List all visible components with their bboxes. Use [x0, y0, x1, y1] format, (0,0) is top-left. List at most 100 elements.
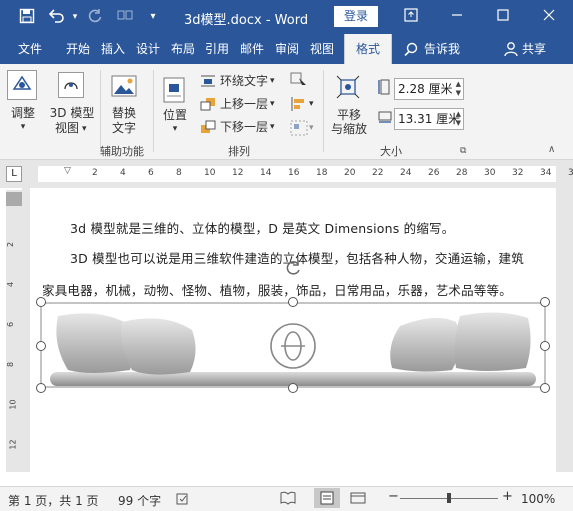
alt-text-icon[interactable]	[110, 74, 138, 100]
vertical-ruler[interactable]: 2 4 6 8 10 12	[6, 190, 22, 472]
spinner-arrows-icon[interactable]: ▲ ▼	[456, 110, 461, 128]
resize-handle-bottom[interactable]	[288, 383, 298, 393]
zoom-level[interactable]: 100%	[521, 492, 555, 506]
group-objects-icon[interactable]	[290, 120, 308, 139]
word-count[interactable]: 99 个字	[118, 492, 161, 509]
ruler-tick-label: 34	[540, 168, 552, 178]
print-layout-icon[interactable]	[314, 488, 340, 508]
undo-dropdown-icon[interactable]: ▾	[66, 8, 84, 26]
ruler-tick-label: 12	[8, 439, 18, 450]
alt-text-label-2[interactable]: 文字	[108, 121, 140, 136]
close-icon[interactable]	[540, 8, 558, 26]
resize-handle-top-left[interactable]	[36, 297, 46, 307]
resize-handle-left[interactable]	[36, 341, 46, 351]
tab-design[interactable]: 设计	[132, 34, 164, 64]
resize-handle-top-right[interactable]	[540, 297, 550, 307]
ruler-tick-label: 6	[148, 168, 154, 178]
position-label[interactable]: 位置	[160, 108, 190, 123]
ruler-tick-label: 18	[316, 168, 328, 178]
ribbon: 调整 ▾ 3D 模型 视图 ▾ 替换 文字 辅助功能 位置 ▾ 环绕文字 ▾ 上…	[0, 64, 573, 160]
spinner-arrows-icon[interactable]: ▲ ▼	[456, 80, 461, 98]
proofing-icon[interactable]	[176, 492, 190, 509]
tab-file[interactable]: 文件	[14, 34, 46, 64]
adjust-label[interactable]: 调整	[6, 106, 40, 121]
position-icon[interactable]	[162, 76, 188, 104]
paragraph-3[interactable]: 家具电器，机械，动物、怪物、植物，服装，饰品，日常用品，乐器，艺术品等等。	[42, 280, 512, 299]
group-accessibility-label: 辅助功能	[100, 145, 144, 158]
page-count[interactable]: 第 1 页，共 1 页	[8, 492, 99, 509]
width-spinner[interactable]: 13.31 厘米 ▲ ▼	[394, 108, 464, 130]
group-objects-dropdown-icon[interactable]: ▾	[309, 121, 314, 136]
pan-zoom-label-2[interactable]: 与缩放	[328, 122, 370, 137]
wrap-text-dropdown-icon[interactable]: ▾	[270, 74, 275, 89]
adjust-dropdown-icon[interactable]: ▾	[6, 120, 40, 135]
ribbon-display-options-icon[interactable]	[402, 8, 420, 26]
width-value[interactable]: 13.31 厘米	[398, 112, 460, 126]
align-icon[interactable]	[290, 96, 308, 115]
resize-handle-bottom-left[interactable]	[36, 383, 46, 393]
share-button[interactable]: 共享	[518, 34, 550, 64]
3d-model-view-icon[interactable]	[58, 72, 84, 98]
3d-model-view-dropdown-icon[interactable]: ▾	[82, 122, 87, 137]
wrap-text-button[interactable]: 环绕文字	[220, 74, 268, 89]
adjust-icon[interactable]	[7, 70, 37, 100]
align-dropdown-icon[interactable]: ▾	[309, 97, 314, 112]
login-button[interactable]: 登录	[334, 6, 378, 27]
height-value[interactable]: 2.28 厘米	[398, 82, 453, 96]
tab-layout[interactable]: 布局	[167, 34, 199, 64]
bring-forward-dropdown-icon[interactable]: ▾	[270, 97, 275, 112]
indent-marker-icon[interactable]: ▽	[64, 166, 71, 176]
ruler-tick-label: 10	[8, 399, 18, 410]
height-spinner[interactable]: 2.28 厘米 ▲ ▼	[394, 78, 464, 100]
tab-review[interactable]: 审阅	[271, 34, 303, 64]
ruler-tick-label: 32	[512, 168, 524, 178]
3d-rotation-control-icon[interactable]	[269, 322, 317, 373]
collapse-ribbon-icon[interactable]: ∧	[548, 144, 555, 155]
ribbon-tab-bar: 文件 开始 插入 设计 布局 引用 邮件 审阅 视图 格式 告诉我 共享	[0, 34, 573, 64]
layout-icon[interactable]	[116, 8, 134, 26]
pan-and-zoom-icon[interactable]	[333, 72, 363, 102]
position-dropdown-icon[interactable]: ▾	[160, 122, 190, 137]
bring-forward-icon[interactable]	[200, 97, 216, 114]
pan-zoom-label-1[interactable]: 平移	[330, 108, 368, 123]
tab-references[interactable]: 引用	[201, 34, 233, 64]
tab-home[interactable]: 开始	[62, 34, 94, 64]
minimize-icon[interactable]	[448, 8, 466, 26]
ruler-tick-label: 30	[484, 168, 496, 178]
ruler-tick-label: 22	[372, 168, 384, 178]
resize-handle-right[interactable]	[540, 341, 550, 351]
tab-mailings[interactable]: 邮件	[236, 34, 268, 64]
group-size-label: 大小	[380, 145, 402, 158]
bring-forward-button[interactable]: 上移一层	[220, 97, 268, 112]
3d-model-view-label-1[interactable]: 3D 模型	[42, 106, 102, 121]
redo-icon[interactable]	[86, 8, 104, 26]
selection-pane-icon[interactable]	[290, 72, 308, 91]
customize-qat-icon[interactable]: ▾	[144, 8, 162, 26]
maximize-icon[interactable]	[494, 8, 512, 26]
size-dialog-launcher-icon[interactable]: ⧉	[460, 146, 466, 156]
rotate-handle-icon[interactable]	[283, 258, 303, 281]
save-icon[interactable]	[18, 8, 36, 26]
alt-text-label-1[interactable]: 替换	[108, 106, 140, 121]
zoom-out-icon[interactable]: −	[388, 489, 399, 504]
tab-view[interactable]: 视图	[306, 34, 338, 64]
resize-handle-bottom-right[interactable]	[540, 383, 550, 393]
tell-me-search[interactable]: 告诉我	[420, 34, 464, 64]
send-backward-icon[interactable]	[200, 120, 216, 137]
tab-selector-icon[interactable]: L	[6, 166, 22, 182]
read-mode-icon[interactable]	[280, 491, 296, 508]
paragraph-1[interactable]: 3d 模型就是三维的、立体的模型，D 是英文 Dimensions 的缩写。	[70, 218, 454, 237]
ruler-tick-label: 4	[120, 168, 126, 178]
zoom-in-icon[interactable]: +	[502, 489, 513, 504]
web-layout-icon[interactable]	[350, 491, 366, 508]
resize-handle-top[interactable]	[288, 297, 298, 307]
horizontal-ruler[interactable]: ▽ 24681012141618202224262830323436	[38, 166, 573, 182]
send-backward-dropdown-icon[interactable]: ▾	[270, 120, 275, 135]
send-backward-button[interactable]: 下移一层	[220, 120, 268, 135]
wrap-text-icon[interactable]	[200, 74, 216, 91]
tab-format[interactable]: 格式	[344, 34, 392, 64]
zoom-slider-thumb[interactable]	[447, 493, 451, 503]
tab-insert[interactable]: 插入	[97, 34, 129, 64]
person-icon	[504, 41, 518, 60]
undo-icon[interactable]	[48, 8, 66, 26]
